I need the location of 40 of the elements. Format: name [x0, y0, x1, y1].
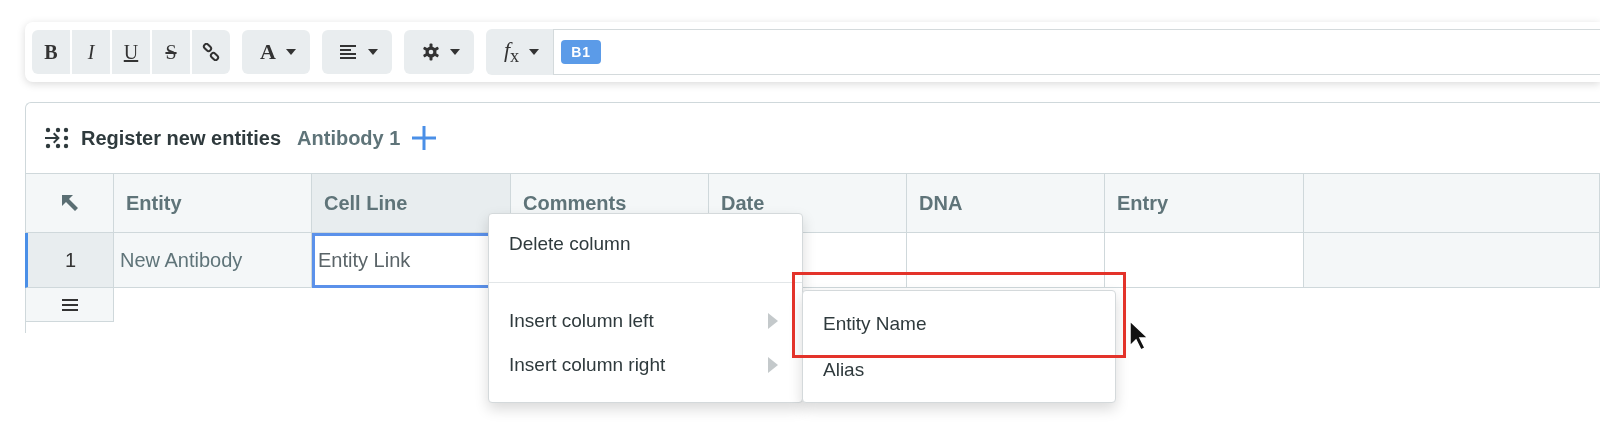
entity-tab[interactable]: Antibody 1: [297, 126, 401, 150]
caret-icon: [285, 49, 296, 55]
strike-button[interactable]: S: [152, 30, 190, 74]
select-all-cell[interactable]: [25, 173, 114, 233]
settings-icon: [421, 43, 440, 61]
register-icon: [45, 127, 69, 149]
align-dropdown[interactable]: [321, 30, 392, 74]
caret-icon: [529, 49, 540, 55]
submenu-arrow-icon: [768, 357, 778, 373]
submenu-arrow-icon: [768, 313, 778, 329]
menu-item-label: Delete column: [509, 233, 631, 255]
function-dropdown[interactable]: f$_{x}$: [485, 29, 554, 75]
menu-item[interactable]: Insert column left: [489, 299, 802, 343]
bold-button[interactable]: B: [32, 30, 70, 74]
text-color-dropdown[interactable]: A: [242, 30, 310, 74]
cell-reference-badge: B1: [561, 40, 602, 64]
row-number[interactable]: 1: [25, 233, 114, 288]
caret-icon: [449, 49, 460, 55]
row-menu-button[interactable]: [25, 288, 114, 322]
settings-dropdown[interactable]: [403, 30, 474, 74]
menu-item-label: Insert column right: [509, 354, 666, 376]
caret-icon: [367, 49, 378, 55]
submenu-item[interactable]: Alias: [803, 347, 1115, 393]
column-header[interactable]: Cell Line: [312, 173, 511, 233]
align-left-icon: [339, 44, 358, 60]
column-header[interactable]: DNA: [907, 173, 1105, 233]
panel-title: Register new entities: [81, 126, 282, 150]
underline-button[interactable]: U: [112, 30, 150, 74]
arrow-icon: [59, 193, 80, 213]
link-icon: [202, 43, 220, 61]
column-header[interactable]: Entity: [114, 173, 312, 233]
link-button[interactable]: [192, 30, 230, 74]
menu-item[interactable]: Insert column right: [489, 343, 802, 387]
submenu-item[interactable]: Entity Name: [803, 301, 1115, 347]
menu-item-label: Insert column left: [509, 310, 654, 332]
italic-button[interactable]: I: [72, 30, 110, 74]
column-header[interactable]: Entry: [1105, 173, 1304, 233]
table-cell[interactable]: New Antibody: [114, 233, 312, 288]
menu-icon: [61, 298, 78, 311]
add-icon[interactable]: [412, 126, 437, 150]
